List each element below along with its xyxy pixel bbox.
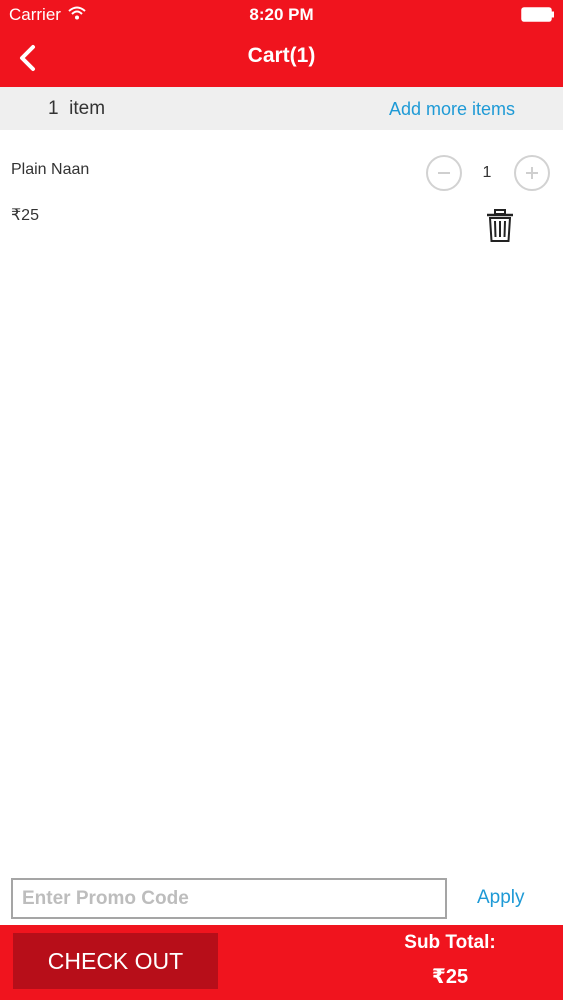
decrease-quantity-button[interactable] bbox=[426, 155, 462, 191]
minus-circle-icon bbox=[438, 172, 450, 174]
item-name: Plain Naan bbox=[11, 161, 90, 178]
delete-item-button[interactable] bbox=[484, 208, 516, 244]
add-more-items-link[interactable]: Add more items bbox=[389, 99, 515, 120]
nav-bar: Cart(1) bbox=[0, 30, 563, 87]
checkout-button[interactable]: CHECK OUT bbox=[13, 933, 218, 989]
checkout-footer: CHECK OUT Sub Total: ₹25 bbox=[0, 925, 563, 1000]
page-title: Cart(1) bbox=[247, 44, 316, 67]
quantity-value: 1 bbox=[482, 164, 492, 181]
subtotal-value: ₹25 bbox=[431, 966, 469, 988]
promo-code-input[interactable] bbox=[11, 878, 447, 919]
trash-icon bbox=[487, 209, 513, 242]
apply-promo-button[interactable]: Apply bbox=[477, 887, 525, 909]
battery-icon bbox=[521, 7, 554, 22]
status-bar: Carrier 8:20 PM bbox=[0, 0, 563, 30]
increase-quantity-button[interactable] bbox=[514, 155, 550, 191]
cart-item: Plain Naan ₹25 1 bbox=[0, 130, 563, 250]
item-price: ₹25 bbox=[11, 207, 39, 224]
cart-summary-bar: 1 item Add more items bbox=[0, 87, 563, 130]
app-header: Carrier 8:20 PM Cart(1) bbox=[0, 0, 563, 87]
item-count: 1 item bbox=[48, 98, 106, 119]
subtotal-label: Sub Total: bbox=[404, 932, 496, 953]
clock: 8:20 PM bbox=[249, 5, 314, 24]
plus-circle-icon bbox=[526, 167, 538, 179]
